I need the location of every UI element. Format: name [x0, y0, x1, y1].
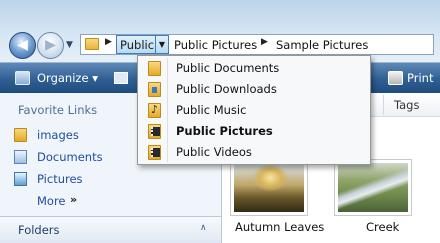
file-label-creek[interactable]: Creek [366, 220, 399, 234]
recent-pages-dropdown-icon[interactable]: ▼ [66, 40, 73, 50]
menu-item-public-documents[interactable]: Public Documents [140, 58, 368, 79]
thumbnail-image [234, 163, 304, 212]
menu-item-label: Public Music [176, 103, 247, 117]
menu-item-label: Public Videos [176, 145, 252, 159]
documents-icon [14, 150, 27, 164]
folder-icon [148, 61, 161, 76]
breadcrumb-label: Public [120, 38, 155, 52]
thumbnail-creek[interactable] [334, 159, 412, 216]
print-button[interactable]: Print [407, 71, 433, 85]
pictures-icon [14, 172, 27, 186]
folders-toggle[interactable]: Folders ∧ [0, 216, 221, 243]
address-bar-region: ◀ ▶ ▼ ▶ Public ▼ Public Pictures ▶ Sampl… [0, 0, 440, 62]
menu-item-public-pictures[interactable]: Public Pictures [140, 121, 368, 142]
menu-item-label: Public Documents [176, 61, 280, 75]
videos-folder-icon [148, 145, 161, 160]
menu-item-public-downloads[interactable]: Public Downloads [140, 79, 368, 100]
breadcrumb-public-pictures[interactable]: Public Pictures [174, 38, 257, 52]
folder-icon [14, 128, 27, 142]
folders-label: Folders [18, 223, 60, 237]
pictures-folder-icon [148, 124, 161, 139]
breadcrumb-public[interactable]: Public [116, 35, 159, 54]
more-links[interactable]: More [37, 194, 66, 208]
breadcrumb-dropdown-menu: Public Documents Public Downloads Public… [137, 55, 371, 165]
breadcrumb-sample-pictures[interactable]: Sample Pictures [276, 38, 368, 52]
breadcrumb-dropdown-button[interactable]: ▼ [155, 35, 169, 54]
column-divider[interactable] [383, 95, 384, 115]
breadcrumb-separator-icon[interactable]: ▶ [261, 37, 268, 47]
column-header-tags[interactable]: Tags [394, 98, 419, 112]
views-icon[interactable] [114, 72, 128, 84]
downloads-folder-icon [148, 82, 161, 97]
menu-item-public-videos[interactable]: Public Videos [140, 142, 368, 163]
printer-icon [388, 71, 403, 85]
breadcrumb-separator-icon[interactable]: ▶ [105, 37, 112, 47]
chevron-up-icon: ∧ [200, 223, 207, 233]
menu-item-public-music[interactable]: Public Music [140, 100, 368, 121]
favorite-link-label: Documents [37, 150, 103, 164]
menu-item-label: Public Downloads [176, 82, 277, 96]
address-box[interactable]: ▶ Public ▼ Public Pictures ▶ Sample Pict… [80, 34, 434, 55]
favorite-link-pictures[interactable]: Pictures [0, 169, 220, 189]
forward-button[interactable]: ▶ [37, 32, 64, 59]
file-label-autumn-leaves[interactable]: Autumn Leaves [235, 220, 324, 234]
thumbnail-autumn-leaves[interactable] [230, 159, 308, 216]
favorite-link-label: Pictures [37, 172, 83, 186]
favorite-links-heading: Favorite Links [18, 103, 98, 117]
chevron-down-icon: ▾ [92, 71, 98, 85]
thumbnail-image [338, 163, 408, 212]
organize-button[interactable]: Organize ▾ [37, 71, 98, 85]
double-chevron-right-icon[interactable]: » [70, 193, 77, 206]
organize-label: Organize [37, 71, 89, 85]
back-button[interactable]: ◀ [9, 32, 36, 59]
forward-arrow-icon: ▶ [45, 37, 56, 53]
back-arrow-icon: ◀ [17, 37, 28, 53]
music-folder-icon [148, 103, 161, 118]
organize-icon [15, 71, 30, 85]
favorite-link-label: images [37, 128, 79, 142]
folder-icon [85, 38, 99, 50]
menu-item-label: Public Pictures [176, 124, 273, 138]
